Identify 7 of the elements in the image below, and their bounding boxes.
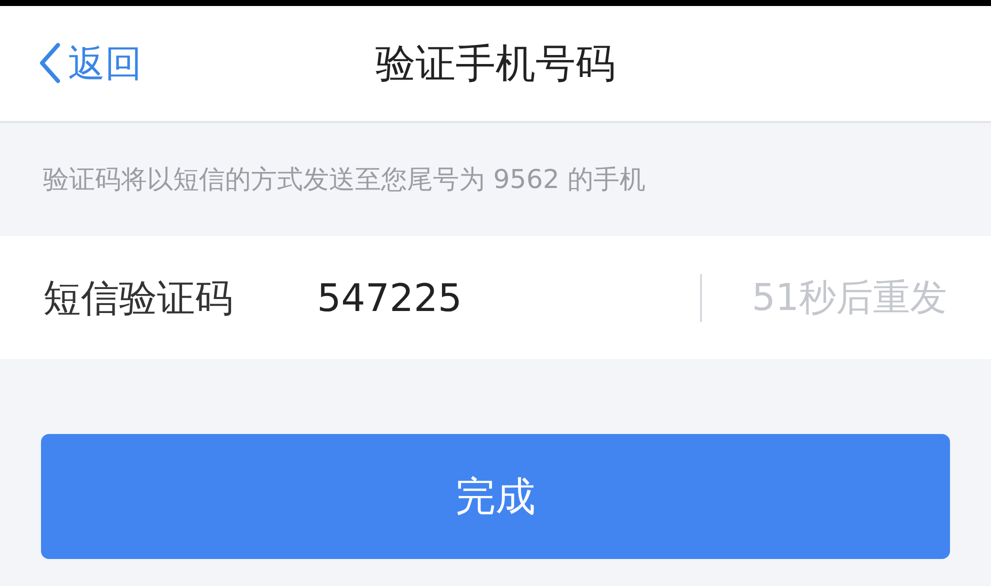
done-button[interactable]: 完成 — [41, 434, 950, 559]
field-label: 短信验证码 — [43, 278, 234, 316]
page-title: 验证手机号码 — [376, 44, 616, 84]
code-input-field[interactable]: 547225 — [317, 276, 700, 320]
hint-text: 验证码将以短信的方式发送至您尾号为 9562 的手机 — [43, 166, 646, 192]
back-button[interactable]: 返回 — [38, 42, 142, 84]
back-chevron-icon — [38, 42, 62, 84]
